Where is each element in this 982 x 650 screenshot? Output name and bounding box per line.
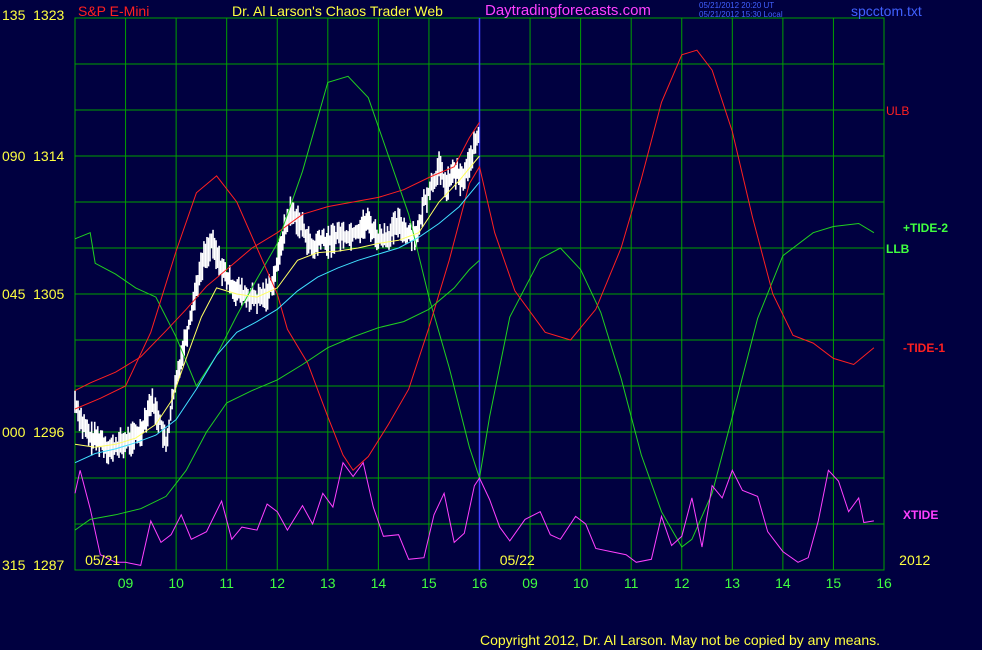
tide1-label: -TIDE-1	[903, 341, 945, 355]
copyright-notice: Copyright 2012, Dr. Al Larson. May not b…	[480, 632, 881, 648]
x-tick-label: 11	[624, 575, 639, 591]
y-tick-label: 090 1314	[2, 148, 64, 164]
instrument-label: S&P E-Mini	[78, 3, 150, 19]
x-tick-label: 12	[269, 575, 285, 591]
x-tick-label: 15	[826, 575, 842, 591]
file-name: spcctom.txt	[851, 3, 922, 19]
y-tick-label: 045 1305	[2, 286, 64, 302]
chaos-trader-chart: 09 10 11 12 13 14 15 16 09 10 11 12 13 14 15 16 135 132…	[2, 7, 931, 591]
tide2-label: +TIDE-2	[903, 221, 949, 235]
chart-title: Dr. Al Larson's Chaos Trader Web	[232, 3, 443, 19]
date-label: 05/21	[85, 552, 120, 568]
x-tick-label: 14	[371, 575, 387, 591]
y-tick-label: 135 1323	[2, 7, 64, 23]
x-tick-label: 09	[118, 575, 134, 591]
x-tick-label: 11	[219, 575, 234, 591]
x-tick-label: 10	[168, 575, 184, 591]
x-tick-label: 15	[421, 575, 437, 591]
y-tick-label: 000 1296	[2, 424, 64, 440]
date-label: 2012	[899, 552, 930, 568]
xtide-label: XTIDE	[903, 508, 939, 522]
x-tick-label: 13	[725, 575, 741, 591]
price-candles	[74, 126, 480, 465]
y-tick-labels: 135 1323 090 1314 045 1305 000 1296 315 1287	[2, 7, 64, 573]
ulb-label: ULB	[886, 104, 910, 118]
local-timestamp: 05/21/2012 15:30 Local	[699, 10, 783, 19]
date-label: 05/22	[500, 552, 535, 568]
series-tide-1	[74, 49, 875, 472]
x-tick-label: 12	[674, 575, 690, 591]
x-tick-label: 10	[573, 575, 589, 591]
site-label: Daytradingforecasts.com	[485, 2, 651, 19]
x-tick-label: 16	[876, 575, 892, 591]
x-tick-label: 13	[320, 575, 336, 591]
x-tick-label: 14	[775, 575, 791, 591]
ut-timestamp: 05/21/2012 20:20 UT	[699, 1, 775, 10]
llb-label: LLB	[886, 242, 910, 256]
x-tick-labels: 09 10 11 12 13 14 15 16 09 10 11 12 13 14 15 16	[118, 575, 892, 591]
x-tick-label: 09	[522, 575, 538, 591]
x-tick-label: 16	[472, 575, 488, 591]
y-tick-label: 315 1287	[2, 557, 64, 573]
